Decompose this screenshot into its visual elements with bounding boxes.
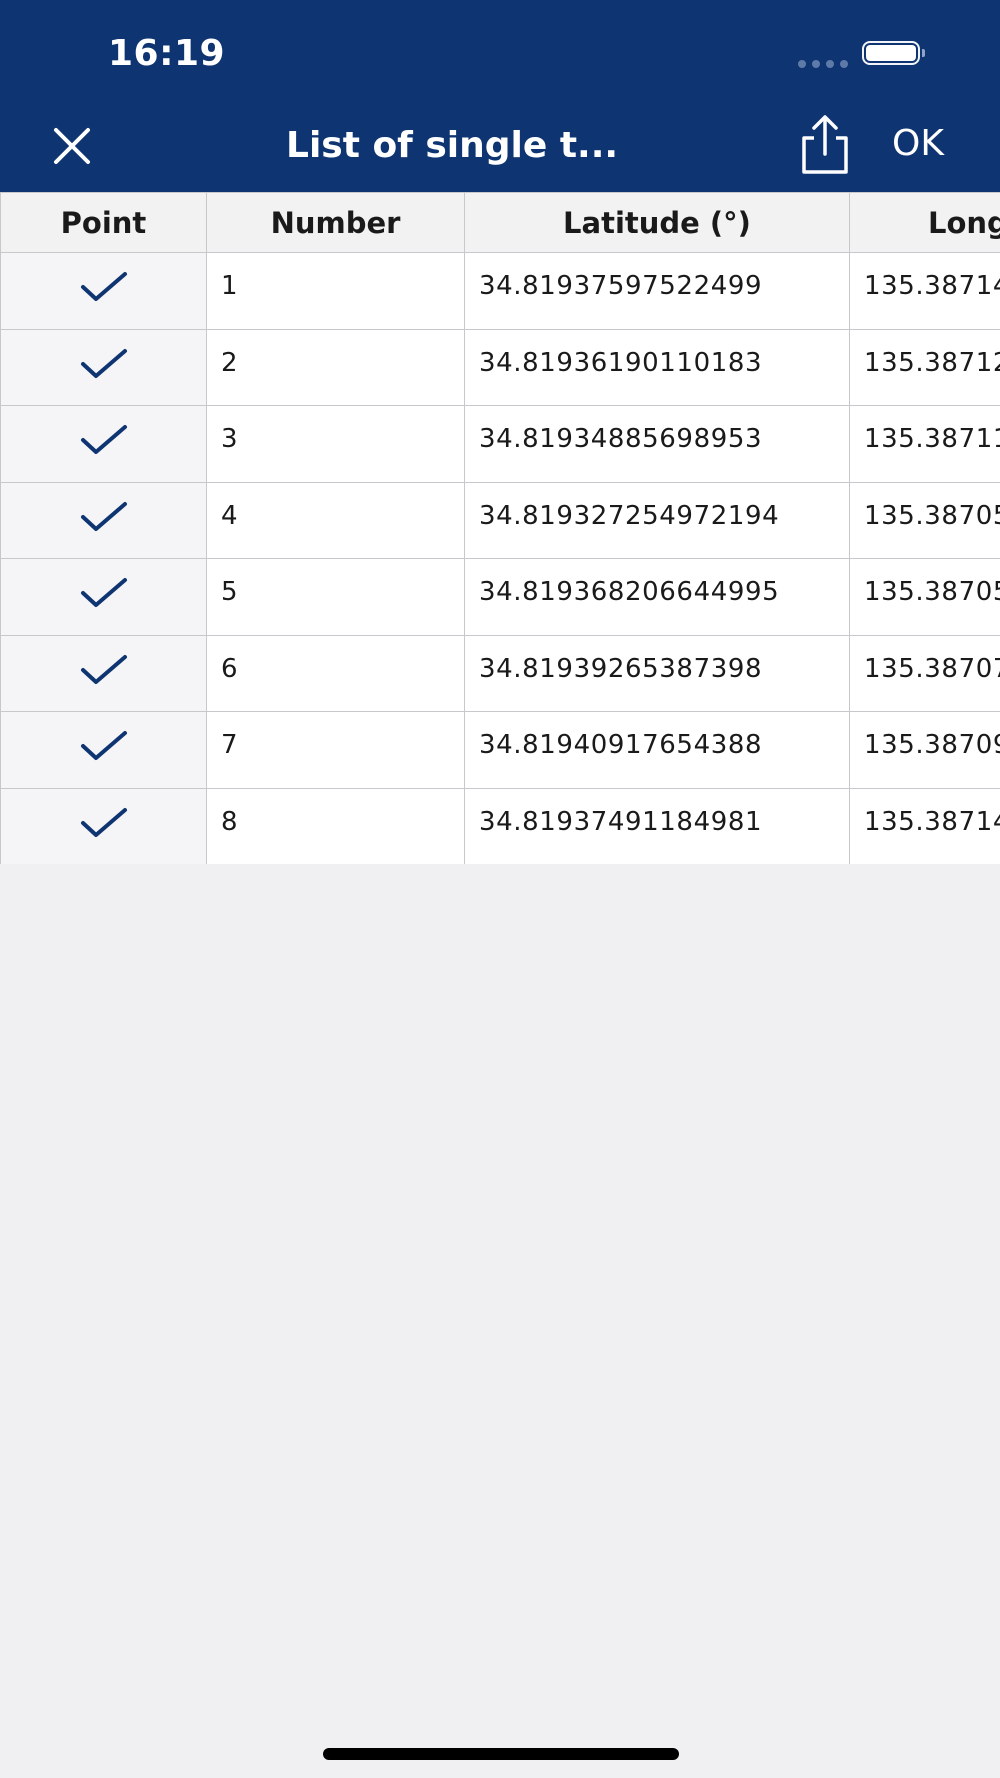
header-longitude[interactable]: Long — [849, 192, 1000, 253]
number-cell[interactable]: 2 — [206, 328, 465, 406]
number-cell[interactable]: 3 — [206, 405, 465, 483]
points-table: Point Number Latitude (°) Long 1 34.81937… — [0, 192, 1000, 864]
ok-button[interactable]: OK — [892, 118, 944, 170]
checkmark-icon — [80, 272, 127, 302]
points-grid: Point Number Latitude (°) Long 1 34.81937… — [0, 192, 1000, 864]
number-cell[interactable]: 7 — [206, 711, 465, 789]
latitude-cell[interactable]: 34.81936190110183 — [464, 328, 850, 406]
latitude-cell[interactable]: 34.819368206644995 — [464, 558, 850, 636]
latitude-cell[interactable]: 34.81937491184981 — [464, 787, 850, 864]
latitude-cell[interactable]: 34.81937597522499 — [464, 252, 850, 330]
share-button[interactable] — [796, 112, 854, 176]
share-icon — [802, 115, 848, 174]
home-indicator[interactable] — [323, 1748, 679, 1760]
number-cell[interactable]: 5 — [206, 558, 465, 636]
table-row[interactable]: 4 34.819327254972194 135.38705 — [0, 481, 1000, 559]
table-row[interactable]: 8 34.81937491184981 135.38714 — [0, 787, 1000, 864]
longitude-cell[interactable]: 135.38714 — [849, 252, 1000, 330]
longitude-cell[interactable]: 135.38714 — [849, 787, 1000, 864]
checkmark-icon — [80, 348, 127, 378]
checkmark-icon — [80, 501, 127, 531]
table-row[interactable]: 7 34.81940917654388 135.38709 — [0, 711, 1000, 789]
point-check-cell[interactable] — [0, 405, 207, 483]
header-number[interactable]: Number — [206, 192, 465, 253]
page-title: List of single t... — [286, 125, 619, 166]
point-check-cell[interactable] — [0, 787, 207, 864]
checkmark-icon — [80, 578, 127, 608]
table-row[interactable]: 1 34.81937597522499 135.38714 — [0, 252, 1000, 330]
table-row[interactable]: 6 34.81939265387398 135.38707 — [0, 634, 1000, 712]
table-row[interactable]: 5 34.819368206644995 135.38705 — [0, 558, 1000, 636]
point-check-cell[interactable] — [0, 711, 207, 789]
longitude-cell[interactable]: 135.38709 — [849, 711, 1000, 789]
close-icon — [54, 128, 90, 164]
number-cell[interactable]: 1 — [206, 252, 465, 330]
battery-icon — [862, 41, 926, 67]
longitude-cell[interactable]: 135.38705 — [849, 481, 1000, 559]
point-check-cell[interactable] — [0, 481, 207, 559]
navigation-header: 16:19 List of single t... OK — [0, 0, 1000, 192]
table-row[interactable]: 3 34.81934885698953 135.38711 — [0, 405, 1000, 483]
close-button[interactable] — [44, 118, 100, 174]
longitude-cell[interactable]: 135.38711 — [849, 405, 1000, 483]
point-check-cell[interactable] — [0, 634, 207, 712]
longitude-cell[interactable]: 135.38705 — [849, 558, 1000, 636]
number-cell[interactable]: 6 — [206, 634, 465, 712]
checkmark-icon — [80, 425, 127, 455]
latitude-cell[interactable]: 34.819327254972194 — [464, 481, 850, 559]
point-check-cell[interactable] — [0, 558, 207, 636]
point-check-cell[interactable] — [0, 252, 207, 330]
number-cell[interactable]: 8 — [206, 787, 465, 864]
number-cell[interactable]: 4 — [206, 481, 465, 559]
longitude-cell[interactable]: 135.38712 — [849, 328, 1000, 406]
status-time: 16:19 — [108, 33, 226, 74]
longitude-cell[interactable]: 135.38707 — [849, 634, 1000, 712]
header-latitude[interactable]: Latitude (°) — [464, 192, 850, 253]
checkmark-icon — [80, 731, 127, 761]
header-point[interactable]: Point — [0, 192, 207, 253]
checkmark-icon — [80, 654, 127, 684]
table-header-row: Point Number Latitude (°) Long — [0, 192, 1000, 253]
latitude-cell[interactable]: 34.81939265387398 — [464, 634, 850, 712]
table-row[interactable]: 2 34.81936190110183 135.38712 — [0, 328, 1000, 406]
cellular-signal-icon — [798, 60, 848, 68]
latitude-cell[interactable]: 34.81934885698953 — [464, 405, 850, 483]
checkmark-icon — [80, 807, 127, 837]
latitude-cell[interactable]: 34.81940917654388 — [464, 711, 850, 789]
point-check-cell[interactable] — [0, 328, 207, 406]
